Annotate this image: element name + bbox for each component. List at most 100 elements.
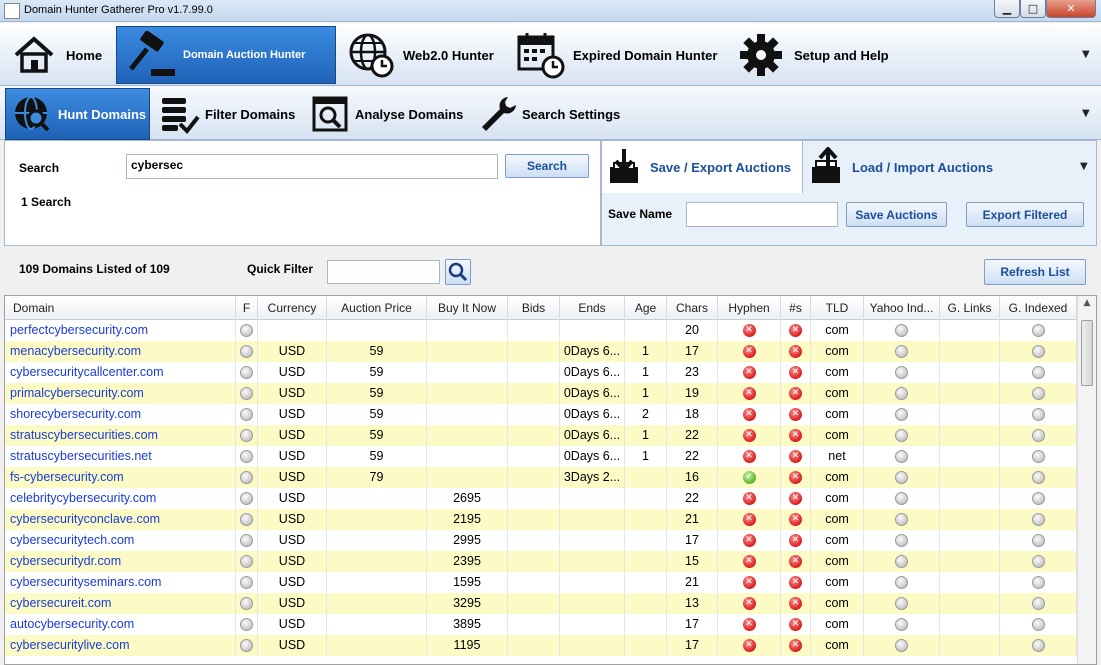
tab-load-import-auctions[interactable]: Load / Import Auctions <box>808 141 993 193</box>
refresh-list-button[interactable]: Refresh List <box>984 259 1086 285</box>
table-row[interactable]: shorecybersecurity.com USD 59 0Days 6... 2 18… <box>5 404 1077 425</box>
cell-bin <box>427 362 508 383</box>
save-auctions-button[interactable]: Save Auctions <box>846 202 947 227</box>
cell-tld: com <box>811 467 864 488</box>
cell-domain[interactable]: perfectcybersecurity.com <box>5 320 236 341</box>
status-circle-icon <box>240 513 253 527</box>
cell-chars: 18 <box>667 404 718 425</box>
column-header-yahoo[interactable]: Yahoo Ind... <box>864 296 940 320</box>
cell-bids <box>508 446 560 467</box>
cell-price <box>327 593 427 614</box>
scroll-thumb[interactable] <box>1081 320 1093 386</box>
cell-domain[interactable]: stratuscybersecurities.com <box>5 425 236 446</box>
table-row[interactable]: menacybersecurity.com USD 59 0Days 6... 1 17 ✕… <box>5 341 1077 362</box>
export-tabs-overflow-arrow-icon[interactable]: ▼ <box>1080 161 1088 172</box>
column-header-bin[interactable]: Buy It Now <box>427 296 508 320</box>
tab-expired-domain-hunter[interactable]: Expired Domain Hunter <box>516 27 717 83</box>
cell-chars: 17 <box>667 614 718 635</box>
table-row[interactable]: autocybersecurity.com USD 3895 17 ✕ ✕ com <box>5 614 1077 635</box>
table-row[interactable]: primalcybersecurity.com USD 59 0Days 6... 1 1… <box>5 383 1077 404</box>
tab-domain-auction-hunter[interactable]: Domain Auction Hunter <box>116 26 336 84</box>
status-circle-icon <box>240 492 253 506</box>
maximize-button[interactable]: □ <box>1020 0 1046 18</box>
cell-domain[interactable]: primalcybersecurity.com <box>5 383 236 404</box>
column-header-bids[interactable]: Bids <box>508 296 560 320</box>
save-name-input[interactable] <box>686 202 838 227</box>
cell-ends <box>560 614 625 635</box>
cell-chars: 21 <box>667 509 718 530</box>
table-row[interactable]: cybersecuritydr.com USD 2395 15 ✕ ✕ com <box>5 551 1077 572</box>
cell-domain[interactable]: cybersecuritydr.com <box>5 551 236 572</box>
cell-gindexed <box>1000 614 1077 635</box>
table-row[interactable]: cybersecuritycallcenter.com USD 59 0Days 6.… <box>5 362 1077 383</box>
close-button[interactable]: ✕ <box>1046 0 1096 18</box>
cell-domain[interactable]: menacybersecurity.com <box>5 341 236 362</box>
cell-bin <box>427 404 508 425</box>
cell-domain[interactable]: cybersecurityseminars.com <box>5 572 236 593</box>
tab-load-import-label: Load / Import Auctions <box>852 159 994 175</box>
table-row[interactable]: perfectcybersecurity.com 20 ✕ ✕ com <box>5 320 1077 341</box>
cell-domain[interactable]: fs-cybersecurity.com <box>5 467 236 488</box>
quick-filter-search-button[interactable] <box>445 259 471 285</box>
column-header-price[interactable]: Auction Price <box>327 296 427 320</box>
cell-domain[interactable]: autocybersecurity.com <box>5 614 236 635</box>
column-header-f[interactable]: F <box>236 296 258 320</box>
vertical-scrollbar[interactable]: ▲ <box>1077 296 1096 664</box>
main-tabs-overflow-arrow-icon[interactable]: ▼ <box>1082 49 1090 60</box>
cell-price <box>327 530 427 551</box>
subtab-hunt-domains[interactable]: Hunt Domains <box>5 88 150 140</box>
table-row[interactable]: cybersecurityseminars.com USD 1595 21 ✕ ✕ com <box>5 572 1077 593</box>
cell-domain[interactable]: cybersecurityconclave.com <box>5 509 236 530</box>
column-header-nums[interactable]: #s <box>781 296 811 320</box>
column-header-chars[interactable]: Chars <box>667 296 718 320</box>
sub-tabs-overflow-arrow-icon[interactable]: ▼ <box>1082 108 1090 119</box>
tab-home[interactable]: Home <box>12 27 102 83</box>
subtab-analyse-domains[interactable]: Analyse Domains <box>312 88 463 140</box>
cell-bin: 2695 <box>427 488 508 509</box>
export-filtered-button[interactable]: Export Filtered <box>966 202 1084 227</box>
table-row[interactable]: celebritycybersecurity.com USD 2695 22 ✕ ✕ com <box>5 488 1077 509</box>
cell-domain[interactable]: celebritycybersecurity.com <box>5 488 236 509</box>
minimize-button[interactable]: ▁ <box>994 0 1020 18</box>
cell-domain[interactable]: stratuscybersecurities.net <box>5 446 236 467</box>
subtab-search-settings[interactable]: Search Settings <box>478 88 620 140</box>
column-header-currency[interactable]: Currency <box>258 296 327 320</box>
cell-gindexed <box>1000 467 1077 488</box>
cell-ends: 0Days 6... <box>560 404 625 425</box>
column-header-ends[interactable]: Ends <box>560 296 625 320</box>
table-row[interactable]: stratuscybersecurities.com USD 59 0Days 6..… <box>5 425 1077 446</box>
cell-domain[interactable]: cybersecuritylive.com <box>5 635 236 656</box>
cell-f <box>236 404 258 425</box>
cell-nums: ✕ <box>781 551 811 572</box>
column-header-domain[interactable]: Domain <box>5 296 236 320</box>
cell-bids <box>508 509 560 530</box>
table-row[interactable]: cybersecureit.com USD 3295 13 ✕ ✕ com <box>5 593 1077 614</box>
tab-web20-hunter[interactable]: Web2.0 Hunter <box>348 27 494 83</box>
cell-nums: ✕ <box>781 425 811 446</box>
quick-filter-input[interactable] <box>327 260 440 284</box>
cell-tld: com <box>811 614 864 635</box>
column-header-gindexed[interactable]: G. Indexed <box>1000 296 1077 320</box>
cell-domain[interactable]: shorecybersecurity.com <box>5 404 236 425</box>
cell-domain[interactable]: cybersecuritytech.com <box>5 530 236 551</box>
search-button[interactable]: Search <box>505 154 589 178</box>
cell-f <box>236 614 258 635</box>
column-header-hyphen[interactable]: Hyphen <box>718 296 781 320</box>
status-circle-icon <box>895 450 908 464</box>
scroll-up-arrow-icon[interactable]: ▲ <box>1080 298 1094 312</box>
column-header-tld[interactable]: TLD <box>811 296 864 320</box>
tab-save-export-auctions[interactable]: Save / Export Auctions <box>602 141 803 193</box>
tab-setup-and-help[interactable]: Setup and Help <box>738 27 889 83</box>
column-header-age[interactable]: Age <box>625 296 667 320</box>
search-input[interactable]: cybersec <box>126 154 498 179</box>
table-row[interactable]: fs-cybersecurity.com USD 79 3Days 2... 16 ✓ ✕ c… <box>5 467 1077 488</box>
table-row[interactable]: stratuscybersecurities.net USD 59 0Days 6..… <box>5 446 1077 467</box>
column-header-glinks[interactable]: G. Links <box>940 296 1000 320</box>
cell-domain[interactable]: cybersecuritycallcenter.com <box>5 362 236 383</box>
cell-domain[interactable]: cybersecureit.com <box>5 593 236 614</box>
subtab-filter-domains[interactable]: Filter Domains <box>160 88 295 140</box>
table-row[interactable]: cybersecuritytech.com USD 2995 17 ✕ ✕ com <box>5 530 1077 551</box>
table-row[interactable]: cybersecurityconclave.com USD 2195 21 ✕ ✕ com <box>5 509 1077 530</box>
subtab-hunt-domains-label: Hunt Domains <box>58 106 147 122</box>
table-row[interactable]: cybersecuritylive.com USD 1195 17 ✕ ✕ com <box>5 635 1077 656</box>
